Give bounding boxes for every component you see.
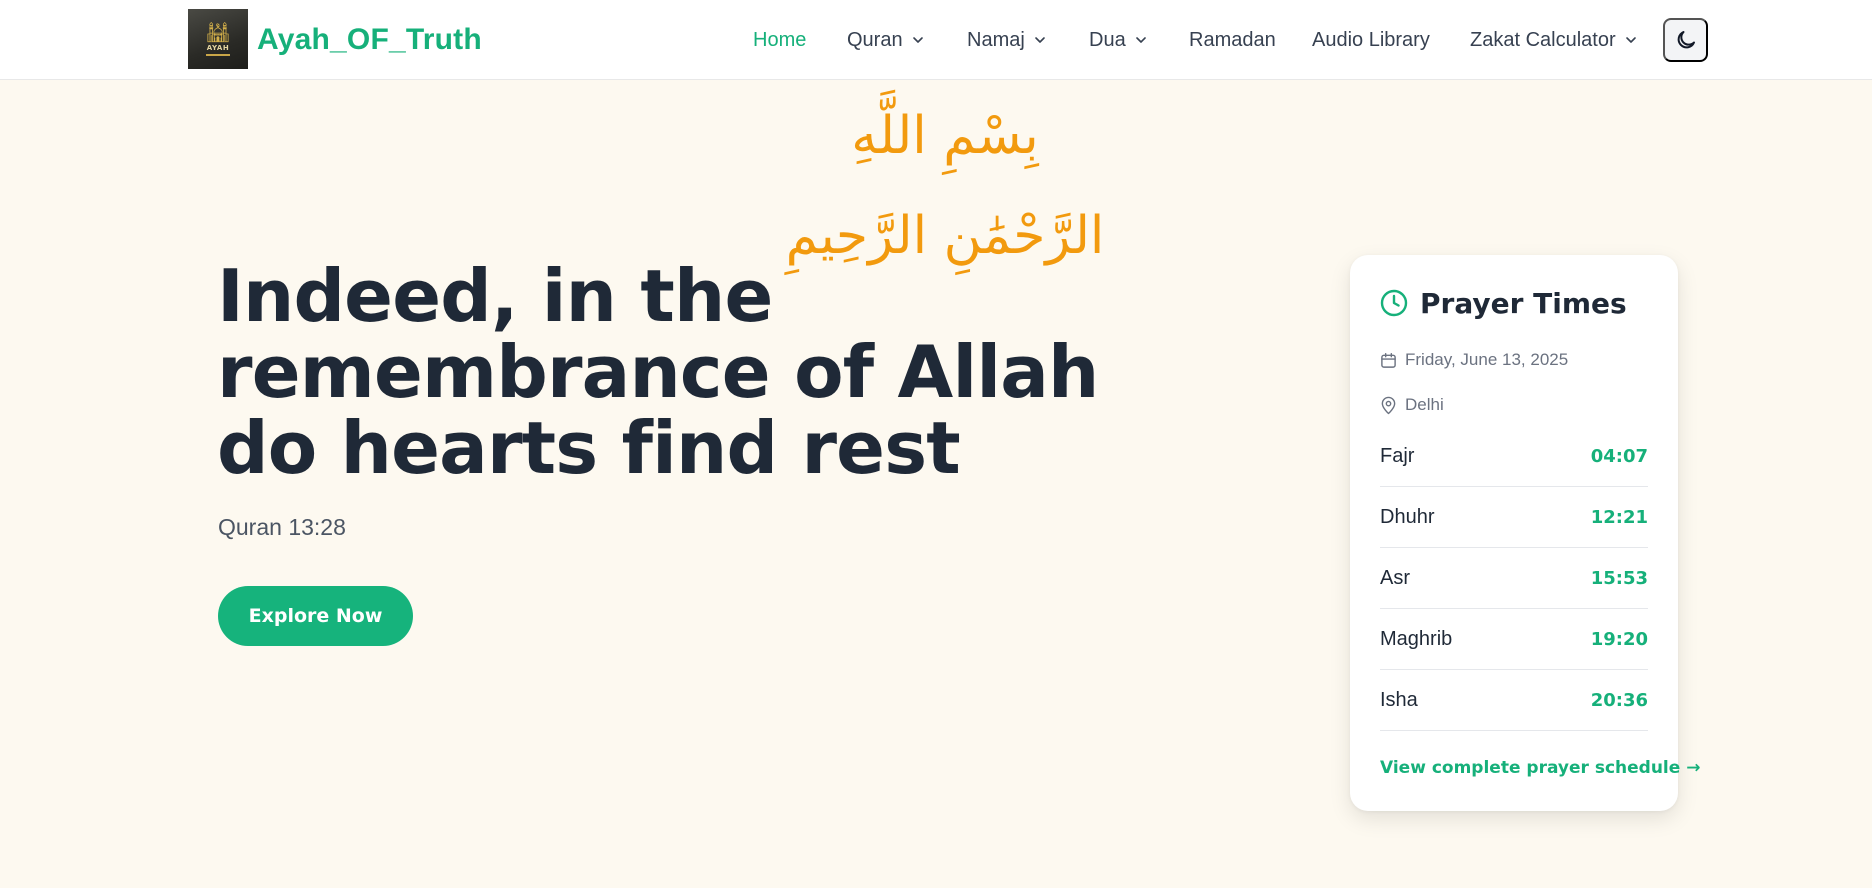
- prayer-row-asr: Asr 15:53: [1380, 548, 1648, 609]
- nav-audio-library[interactable]: Audio Library: [1312, 26, 1430, 54]
- bismillah-calligraphy: بِسْمِ اللَّهِ الرَّحْمَٰنِ الرَّحِيمِ: [785, 106, 1105, 266]
- prayer-card-header: Prayer Times: [1380, 285, 1627, 321]
- prayer-time: 04:07: [1590, 445, 1648, 467]
- prayer-location-text: Delhi: [1405, 395, 1444, 414]
- nav-home[interactable]: Home: [753, 26, 806, 54]
- nav-zakat-calculator-label: Zakat Calculator: [1470, 29, 1616, 51]
- nav-namaj-label: Namaj: [967, 29, 1025, 51]
- prayer-row-maghrib: Maghrib 19:20: [1380, 609, 1648, 670]
- chevron-down-icon: [1135, 37, 1146, 43]
- nav-zakat-calculator[interactable]: Zakat Calculator: [1470, 26, 1638, 54]
- logo-text: AYAH: [206, 44, 230, 52]
- chevron-down-icon: [1625, 37, 1636, 43]
- moon-icon: [1677, 31, 1695, 49]
- prayer-row-dhuhr: Dhuhr 12:21: [1380, 487, 1648, 548]
- clock-icon: [1380, 289, 1408, 317]
- nav-home-label: Home: [753, 29, 807, 51]
- mosque-icon: 🕌︎: [205, 20, 231, 44]
- prayer-time: 15:53: [1590, 567, 1648, 589]
- chevron-down-icon: [912, 37, 923, 43]
- brand-name[interactable]: Ayah_OF_Truth: [257, 20, 482, 60]
- logo-underline: [206, 54, 230, 56]
- nav-quran-label: Quran: [847, 29, 903, 51]
- nav-ramadan-label: Ramadan: [1189, 29, 1276, 51]
- prayer-card-title: Prayer Times: [1420, 286, 1627, 320]
- prayer-time: 19:20: [1590, 628, 1648, 650]
- theme-toggle-button[interactable]: [1663, 18, 1708, 62]
- view-prayer-schedule-link[interactable]: View complete prayer schedule →: [1380, 755, 1700, 781]
- prayer-date: Friday, June 13, 2025: [1380, 348, 1568, 372]
- prayer-row-fajr: Fajr 04:07: [1380, 426, 1648, 487]
- nav-quran[interactable]: Quran: [847, 26, 925, 54]
- nav-dua-label: Dua: [1089, 29, 1126, 51]
- top-navbar: 🕌︎ AYAH Ayah_OF_Truth Home Quran Namaj D…: [0, 0, 1872, 80]
- prayer-row-isha: Isha 20:36: [1380, 670, 1648, 731]
- prayer-location: Delhi: [1380, 393, 1444, 417]
- nav-ramadan[interactable]: Ramadan: [1189, 26, 1276, 54]
- prayer-name: Maghrib: [1380, 627, 1453, 650]
- prayer-times-card: Prayer Times Friday, June 13, 2025 Delhi…: [1350, 255, 1700, 811]
- prayer-date-text: Friday, June 13, 2025: [1405, 350, 1569, 369]
- hero-title: Indeed, in the remembrance of Allah do h…: [217, 254, 1099, 490]
- prayer-name: Isha: [1380, 688, 1418, 711]
- prayer-name: Asr: [1380, 566, 1410, 589]
- prayer-name: Fajr: [1380, 444, 1415, 467]
- brand-logo[interactable]: 🕌︎ AYAH: [188, 9, 248, 69]
- explore-now-button[interactable]: Explore Now: [218, 586, 413, 646]
- nav-audio-library-label: Audio Library: [1312, 29, 1430, 51]
- hero-verse-reference: Quran 13:28: [218, 514, 346, 540]
- prayer-name: Dhuhr: [1380, 505, 1435, 528]
- nav-dua[interactable]: Dua: [1089, 26, 1148, 54]
- map-pin-icon: [1381, 396, 1396, 414]
- chevron-down-icon: [1034, 37, 1045, 43]
- nav-namaj[interactable]: Namaj: [967, 26, 1047, 54]
- prayer-time: 20:36: [1590, 689, 1648, 711]
- prayer-time: 12:21: [1590, 506, 1648, 528]
- calendar-icon: [1381, 352, 1396, 368]
